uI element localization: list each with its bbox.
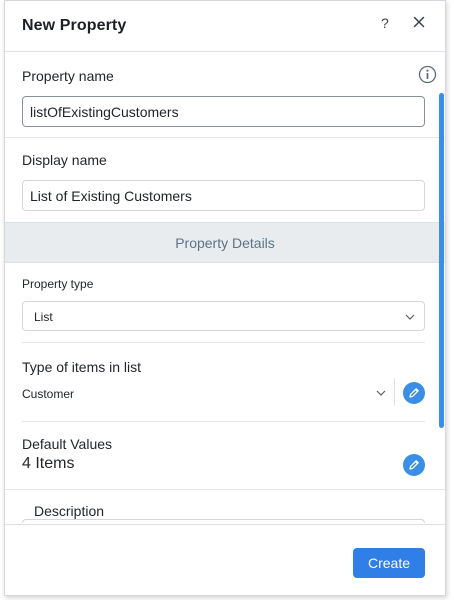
pencil-icon: [409, 460, 419, 470]
display-name-label: Display name: [22, 152, 107, 168]
divider: [5, 489, 445, 490]
property-name-input[interactable]: [22, 96, 425, 127]
dialog-footer: Create: [5, 524, 445, 595]
edit-default-values-button[interactable]: [403, 454, 425, 476]
property-details-section-header: Property Details: [5, 222, 445, 263]
scrollbar-thumb[interactable]: [439, 93, 444, 428]
default-values-label: Default Values: [22, 436, 113, 452]
property-type-value: List: [34, 310, 53, 324]
chevron-down-icon[interactable]: [376, 390, 386, 396]
edit-item-type-button[interactable]: [403, 382, 425, 404]
item-type-value[interactable]: Customer: [22, 387, 74, 401]
new-property-dialog: New Property ? Property name Display nam…: [4, 0, 446, 596]
section-title: Property Details: [175, 235, 275, 251]
separator: [394, 378, 395, 406]
property-name-label: Property name: [22, 68, 114, 84]
description-label: Description: [34, 503, 105, 519]
chevron-down-icon: [405, 314, 415, 320]
dialog-body[interactable]: Property name Display name Property Deta…: [5, 53, 445, 523]
info-icon[interactable]: [418, 65, 437, 84]
divider: [22, 421, 425, 422]
property-type-select[interactable]: List: [22, 301, 425, 331]
pencil-icon: [409, 388, 419, 398]
dialog-title: New Property: [22, 17, 127, 34]
divider: [22, 342, 425, 343]
divider: [5, 137, 445, 138]
description-input[interactable]: [22, 519, 425, 523]
dialog-header: New Property ?: [5, 1, 445, 52]
display-name-input[interactable]: [22, 180, 425, 211]
item-type-label: Type of items in list: [22, 359, 142, 375]
close-icon[interactable]: [410, 13, 428, 31]
create-button[interactable]: Create: [353, 548, 425, 578]
default-values-count: 4 Items: [22, 455, 75, 472]
property-type-label: Property type: [22, 277, 94, 291]
help-button[interactable]: ?: [381, 15, 389, 31]
